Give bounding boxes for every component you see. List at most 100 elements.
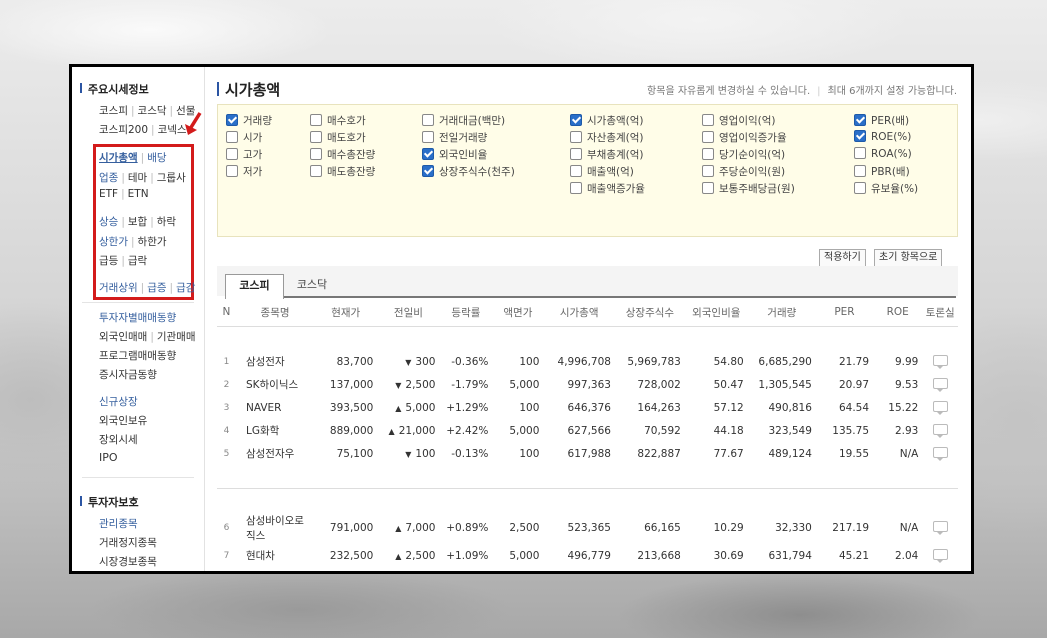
option-checkbox[interactable]: 자산총계(억) xyxy=(570,130,644,145)
sidebar-link-group[interactable]: 그룹사 xyxy=(157,172,186,184)
checkbox-unchecked-icon[interactable] xyxy=(570,165,582,177)
tab-kosdaq[interactable]: 코스닥 xyxy=(289,274,335,296)
sidebar-link-rise[interactable]: 상승 xyxy=(99,216,118,228)
checkbox-unchecked-icon[interactable] xyxy=(702,148,714,160)
checkbox-unchecked-icon[interactable] xyxy=(854,147,866,159)
discussion-icon[interactable] xyxy=(932,548,948,563)
sidebar-link-halted-stocks[interactable]: 거래정지종목 xyxy=(99,537,157,549)
option-checkbox[interactable]: ROA(%) xyxy=(854,147,912,160)
tab-kospi[interactable]: 코스피 xyxy=(225,274,284,299)
sidebar-link-plunge[interactable]: 급락 xyxy=(128,255,147,267)
option-checkbox[interactable]: 시가총액(억) xyxy=(570,113,644,128)
checkbox-checked-icon[interactable] xyxy=(422,148,434,160)
option-checkbox[interactable]: 거래량 xyxy=(226,113,272,128)
sidebar-link-ipo[interactable]: IPO xyxy=(99,451,118,464)
stock-name-link[interactable]: 카카오 xyxy=(236,567,314,571)
checkbox-unchecked-icon[interactable] xyxy=(702,131,714,143)
stock-name-link[interactable]: 삼성전자 xyxy=(236,350,314,373)
option-checkbox[interactable]: 매수총잔량 xyxy=(310,147,375,162)
checkbox-unchecked-icon[interactable] xyxy=(310,165,322,177)
checkbox-unchecked-icon[interactable] xyxy=(854,165,866,177)
discussion-icon[interactable] xyxy=(932,400,948,415)
option-checkbox[interactable]: 당기순이익(억) xyxy=(702,147,785,162)
sidebar-link-market-cap[interactable]: 시가총액 xyxy=(99,152,138,164)
option-checkbox[interactable]: 저가 xyxy=(226,164,262,179)
discussion-icon[interactable] xyxy=(932,521,948,535)
sidebar-link-kospi200[interactable]: 코스피200 xyxy=(99,124,148,136)
sidebar-link-flat[interactable]: 보합 xyxy=(128,216,147,228)
checkbox-unchecked-icon[interactable] xyxy=(422,131,434,143)
checkbox-checked-icon[interactable] xyxy=(226,114,238,126)
checkbox-checked-icon[interactable] xyxy=(570,114,582,126)
sidebar-link-theme[interactable]: 테마 xyxy=(128,172,147,184)
checkbox-unchecked-icon[interactable] xyxy=(422,114,434,126)
sidebar-link-program-trade[interactable]: 프로그램매매동향 xyxy=(99,350,176,362)
sidebar-link-foreign-trade[interactable]: 외국인매매 xyxy=(99,331,147,343)
stock-name-link[interactable]: 삼성전자우 xyxy=(236,442,314,465)
sidebar-link-dividend[interactable]: 배당 xyxy=(147,152,166,164)
option-checkbox[interactable]: 보통주배당금(원) xyxy=(702,181,795,196)
sidebar-link-foreign-holding[interactable]: 외국인보유 xyxy=(99,415,147,427)
sidebar-link-konex[interactable]: 코넥스 xyxy=(158,124,187,136)
option-checkbox[interactable]: PBR(배) xyxy=(854,164,910,179)
option-checkbox[interactable]: 매도총잔량 xyxy=(310,164,375,179)
option-checkbox[interactable]: 고가 xyxy=(226,147,262,162)
option-checkbox[interactable]: 부채총계(억) xyxy=(570,147,644,162)
option-checkbox[interactable]: 외국인비율 xyxy=(422,147,487,162)
sidebar-link-etf[interactable]: ETF xyxy=(99,188,118,200)
discussion-icon[interactable] xyxy=(932,354,948,369)
discussion-icon[interactable] xyxy=(932,423,948,438)
sidebar-link-institution-trade[interactable]: 기관매매 xyxy=(157,331,196,343)
apply-button[interactable]: 적용하기 xyxy=(819,249,866,267)
sidebar-link-sector[interactable]: 업종 xyxy=(99,172,118,184)
option-checkbox[interactable]: 영업이익(억) xyxy=(702,113,776,128)
sidebar-link-lower-limit[interactable]: 하한가 xyxy=(138,236,167,248)
option-checkbox[interactable]: PER(배) xyxy=(854,113,909,128)
option-checkbox[interactable]: 전일거래량 xyxy=(422,130,487,145)
discussion-icon[interactable] xyxy=(932,377,948,392)
sidebar-link-fall[interactable]: 하락 xyxy=(157,216,176,228)
checkbox-unchecked-icon[interactable] xyxy=(310,114,322,126)
stock-name-link[interactable]: LG화학 xyxy=(236,419,314,442)
checkbox-unchecked-icon[interactable] xyxy=(310,148,322,160)
checkbox-unchecked-icon[interactable] xyxy=(702,165,714,177)
checkbox-unchecked-icon[interactable] xyxy=(702,182,714,194)
option-checkbox[interactable]: 매도호가 xyxy=(310,130,366,145)
option-checkbox[interactable]: 매수호가 xyxy=(310,113,366,128)
sidebar-link-fund-trend[interactable]: 증시자금동향 xyxy=(99,369,157,381)
sidebar-link-investor-trend[interactable]: 투자자별매매동향 xyxy=(99,312,176,324)
stock-name-link[interactable]: 삼성바이오로직스 xyxy=(236,512,314,544)
checkbox-checked-icon[interactable] xyxy=(422,165,434,177)
checkbox-unchecked-icon[interactable] xyxy=(570,131,582,143)
sidebar-link-kospi[interactable]: 코스피 xyxy=(99,105,128,117)
sidebar-link-etn[interactable]: ETN xyxy=(128,188,149,200)
reset-button[interactable]: 초기 항목으로 xyxy=(874,249,943,267)
option-checkbox[interactable]: 영업이익증가율 xyxy=(702,130,787,145)
option-checkbox[interactable]: ROE(%) xyxy=(854,130,911,143)
checkbox-unchecked-icon[interactable] xyxy=(226,165,238,177)
sidebar-link-top-volume[interactable]: 거래상위 xyxy=(99,282,138,294)
checkbox-unchecked-icon[interactable] xyxy=(570,182,582,194)
sidebar-link-managed-stocks[interactable]: 관리종목 xyxy=(99,518,138,530)
discussion-icon[interactable] xyxy=(932,446,948,461)
checkbox-checked-icon[interactable] xyxy=(854,130,866,142)
option-checkbox[interactable]: 시가 xyxy=(226,130,262,145)
sidebar-link-volume-increase[interactable]: 급증 xyxy=(147,282,166,294)
sidebar-link-alert-stocks[interactable]: 시장경보종목 xyxy=(99,556,157,568)
option-checkbox[interactable]: 유보율(%) xyxy=(854,181,918,196)
stock-name-link[interactable]: SK하이닉스 xyxy=(236,373,314,396)
option-checkbox[interactable]: 거래대금(백만) xyxy=(422,113,505,128)
checkbox-unchecked-icon[interactable] xyxy=(310,131,322,143)
sidebar-link-volume-decrease[interactable]: 급감 xyxy=(176,282,195,294)
option-checkbox[interactable]: 매출액증가율 xyxy=(570,181,645,196)
checkbox-unchecked-icon[interactable] xyxy=(702,114,714,126)
checkbox-unchecked-icon[interactable] xyxy=(570,148,582,160)
sidebar-link-upper-limit[interactable]: 상한가 xyxy=(99,236,128,248)
checkbox-unchecked-icon[interactable] xyxy=(226,148,238,160)
sidebar-link-new-listing[interactable]: 신규상장 xyxy=(99,396,138,408)
stock-name-link[interactable]: NAVER xyxy=(236,396,314,419)
sidebar-link-kosdaq[interactable]: 코스닥 xyxy=(138,105,167,117)
sidebar-link-surge[interactable]: 급등 xyxy=(99,255,118,267)
option-checkbox[interactable]: 주당순이익(원) xyxy=(702,164,785,179)
stock-name-link[interactable]: 현대차 xyxy=(236,544,314,567)
